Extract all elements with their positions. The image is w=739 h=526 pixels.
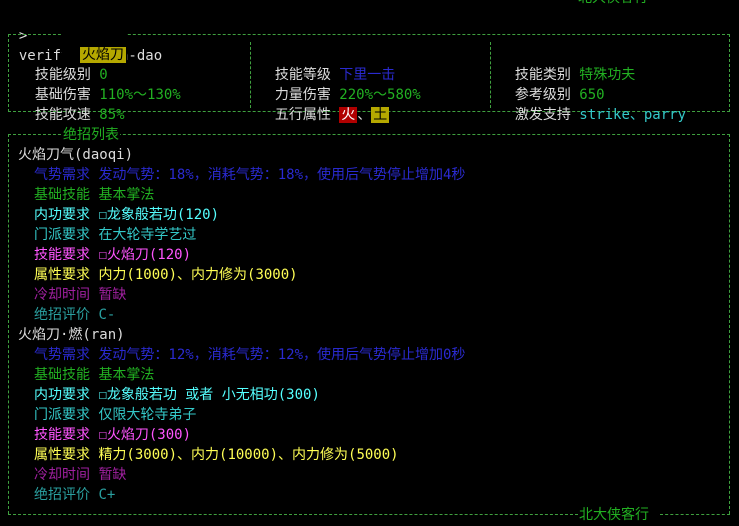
- move-line-skill-req: 技能要求 ☐火焰刀(300): [34, 425, 191, 445]
- line-label: 基础技能: [34, 367, 90, 383]
- info-label: 激发支持: [514, 107, 571, 123]
- line-value: 暂缺: [98, 287, 127, 303]
- move-line-momentum: 气势需求 发动气势：18%，消耗气势：18%，使用后气势停止增加4秒: [34, 165, 465, 185]
- line-label: 属性要求: [34, 267, 90, 283]
- element-earth-badge: 土: [371, 107, 390, 123]
- checkbox-icon: ☐: [98, 387, 107, 403]
- line-label: 技能要求: [34, 427, 90, 443]
- line-value: 龙象般若功(120): [106, 207, 220, 223]
- line-label: 门派要求: [34, 227, 90, 243]
- move-line-attr-req: 属性要求 内力(1000)、内力修为(3000): [34, 265, 298, 285]
- move-line-skill-req: 技能要求 ☐火焰刀(120): [34, 245, 191, 265]
- line-label: 技能要求: [34, 247, 90, 263]
- line-value: 在大轮寺学艺过: [98, 227, 197, 243]
- move-line-sect-req: 门派要求 仅限大轮寺弟子: [34, 405, 196, 425]
- line-label: 门派要求: [34, 407, 90, 423]
- moves-frame-bottom-left: [8, 514, 578, 515]
- checkbox-icon: ☐: [98, 427, 107, 443]
- move-line-rating: 绝招评价 C-: [34, 305, 115, 325]
- header-partial-text: 北大侠客行: [578, 0, 648, 8]
- element-fire-badge: 火: [339, 107, 358, 123]
- checkbox-icon: ☐: [98, 247, 107, 263]
- line-value: 仅限大轮寺弟子: [98, 407, 197, 423]
- move-line-base-skill: 基础技能 基本掌法: [34, 365, 154, 385]
- column-divider-1: [250, 42, 251, 108]
- moves-list-title: 绝招列表: [62, 125, 120, 145]
- info-value: strike、parry: [579, 107, 687, 123]
- info-label: 技能攻速: [34, 107, 91, 123]
- info-label: 五行属性: [274, 107, 331, 123]
- move-line-rating: 绝招评价 C+: [34, 485, 115, 505]
- line-label: 冷却时间: [34, 467, 90, 483]
- element-separator: 、: [357, 107, 372, 123]
- line-label: 内功要求: [34, 387, 90, 403]
- line-label: 冷却时间: [34, 287, 90, 303]
- info-row-attack-speed: 技能攻速 85%: [18, 85, 125, 125]
- line-value: 发动气势：18%，消耗气势：18%，使用后气势停止增加4秒: [98, 167, 466, 183]
- move-line-momentum: 气势需求 发动气势：12%，消耗气势：12%，使用后气势停止增加0秒: [34, 345, 465, 365]
- line-label: 内功要求: [34, 207, 90, 223]
- line-label: 基础技能: [34, 187, 90, 203]
- move-line-attr-req: 属性要求 精力(3000)、内力(10000)、内力修为(5000): [34, 445, 399, 465]
- line-value: C+: [98, 487, 116, 503]
- line-value: 基本掌法: [98, 367, 155, 383]
- move-line-cooldown: 冷却时间 暂缺: [34, 465, 126, 485]
- line-label: 气势需求: [34, 167, 90, 183]
- line-value: 发动气势：12%，消耗气势：12%，使用后气势停止增加0秒: [98, 347, 466, 363]
- line-label: 绝招评价: [34, 307, 90, 323]
- line-value: C-: [98, 307, 116, 323]
- info-row-enable-support: 激发支持 strike、parry: [498, 85, 686, 125]
- move-line-base-skill: 基础技能 基本掌法: [34, 185, 154, 205]
- info-value: 85%: [99, 107, 125, 123]
- line-value: 火焰刀(120): [106, 247, 192, 263]
- move-line-cooldown: 冷却时间 暂缺: [34, 285, 126, 305]
- move-name: 火焰刀气(daoqi): [18, 147, 134, 163]
- line-label: 气势需求: [34, 347, 90, 363]
- move-line-internal-req: 内功要求 ☐龙象般若功(120): [34, 205, 219, 225]
- checkbox-icon: ☐: [98, 207, 107, 223]
- line-value: 火焰刀(300): [106, 427, 192, 443]
- line-value: 龙象般若功 或者 小无相功(300): [106, 387, 320, 403]
- line-value: 暂缺: [98, 467, 127, 483]
- move-name: 火焰刀·燃(ran): [18, 327, 125, 343]
- line-value: 内力(1000)、内力修为(3000): [98, 267, 298, 283]
- moves-frame-bottom-right: [660, 514, 730, 515]
- line-value: 精力(3000)、内力(10000)、内力修为(5000): [98, 447, 399, 463]
- move-line-sect-req: 门派要求 在大轮寺学艺过: [34, 225, 196, 245]
- line-value: 基本掌法: [98, 187, 155, 203]
- line-label: 绝招评价: [34, 487, 90, 503]
- move-line-internal-req: 内功要求 ☐龙象般若功 或者 小无相功(300): [34, 385, 320, 405]
- info-row-element: 五行属性 火、土: [258, 85, 390, 125]
- footer-brand: 北大侠客行: [578, 505, 650, 525]
- column-divider-2: [490, 42, 491, 108]
- line-label: 属性要求: [34, 447, 90, 463]
